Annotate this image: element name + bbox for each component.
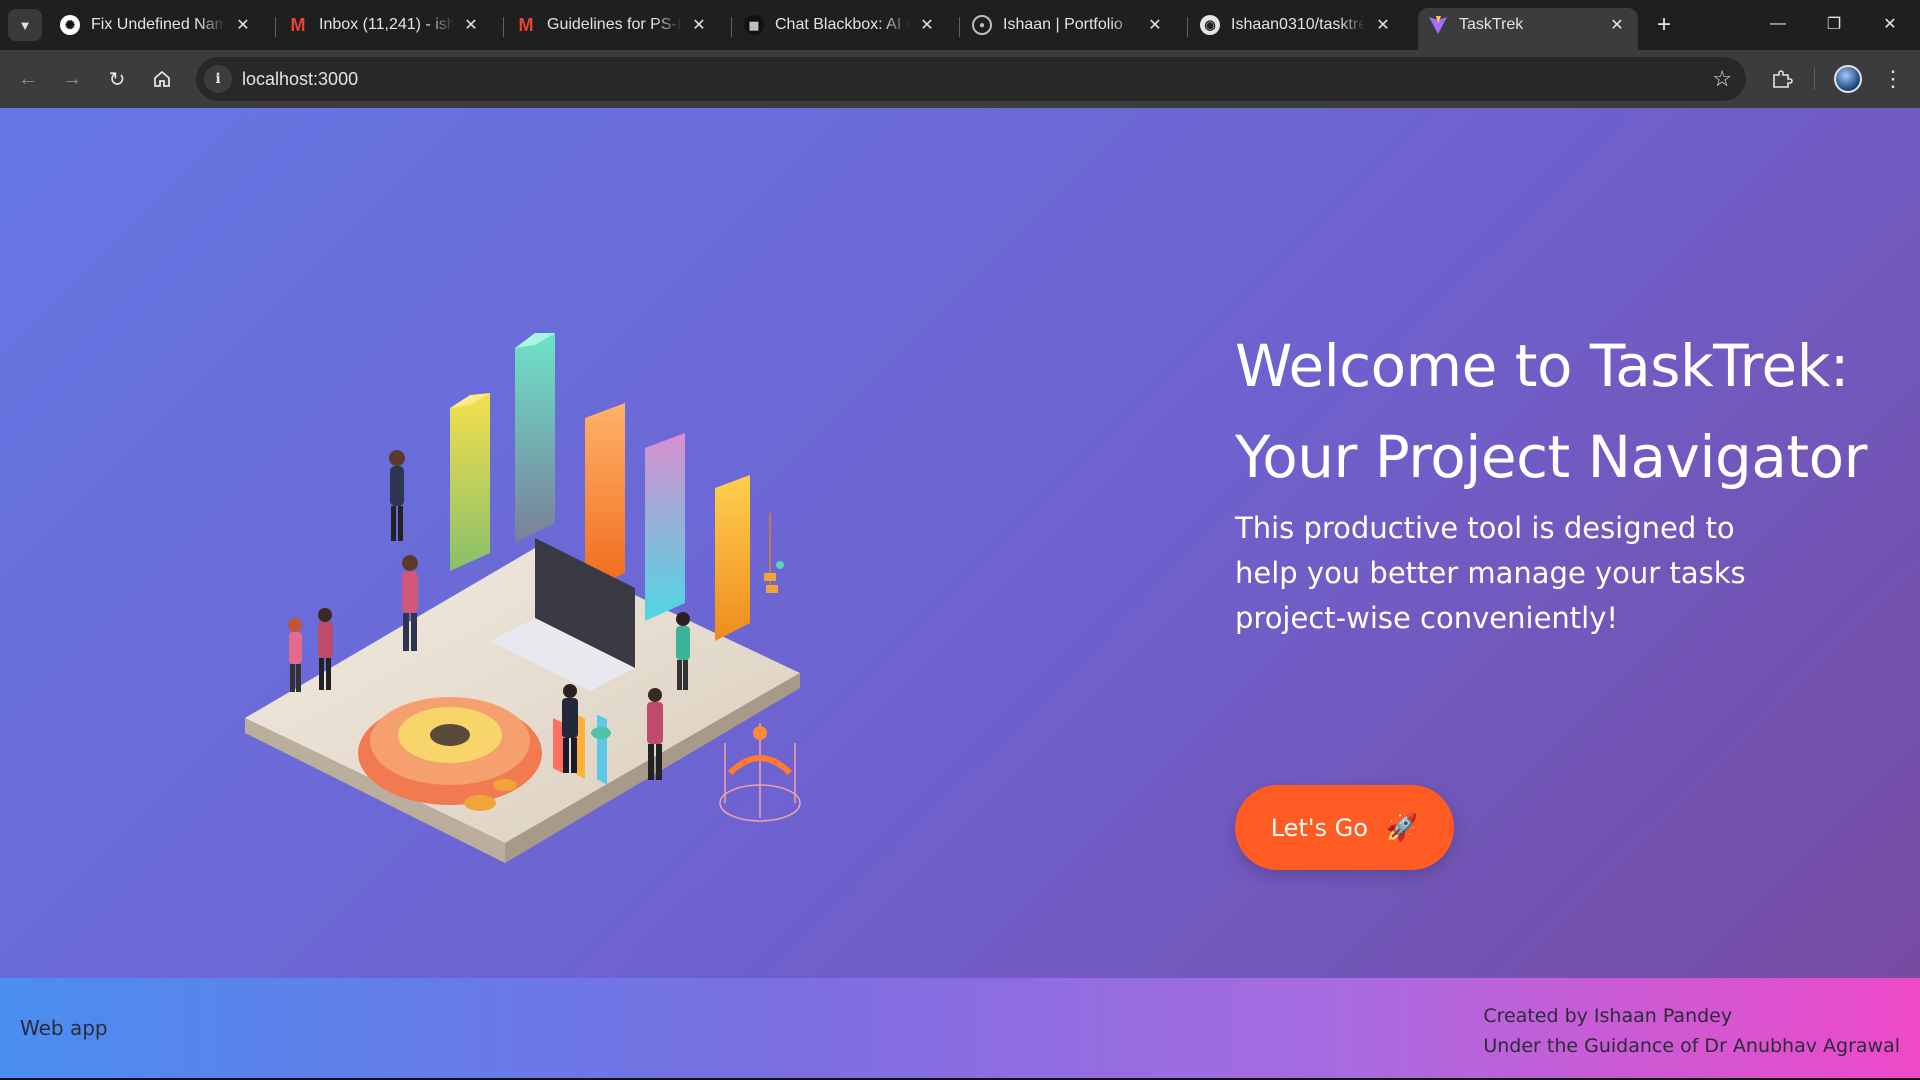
decorative-pin xyxy=(764,513,784,593)
reload-button[interactable]: ↻ xyxy=(99,61,135,97)
close-icon[interactable]: ✕ xyxy=(460,14,482,36)
footer-credit-guide: Under the Guidance of Dr Anubhav Agrawal xyxy=(1483,1035,1900,1057)
bar-column xyxy=(585,403,625,591)
hero-title: Welcome to TaskTrek: Your Project Naviga… xyxy=(1235,332,1867,491)
tab-title: Ishaan | Portfolio xyxy=(1003,16,1123,33)
chatgpt-icon: ✺ xyxy=(60,15,80,35)
tab-separator xyxy=(503,17,504,37)
tab-separator xyxy=(1187,17,1188,37)
browser-tab[interactable]: ▩ Chat Blackbox: AI Co ✕ xyxy=(734,8,948,42)
browser-tab-active[interactable]: TaskTrek ✕ xyxy=(1418,8,1638,50)
donut-hole xyxy=(430,724,470,746)
forward-button[interactable]: → xyxy=(54,61,90,97)
browser-toolbar: ← → ↻ i localhost:3000 ☆ ⋮ xyxy=(0,50,1920,108)
laptop-chart-bar xyxy=(597,714,607,785)
arrow-right-icon: → xyxy=(62,67,82,90)
new-tab-button[interactable]: + xyxy=(1650,11,1678,39)
tab-separator xyxy=(959,17,960,37)
rocket-icon: 🚀 xyxy=(1385,812,1419,843)
tab-strip: ▼ ✺ Fix Undefined Name ✕ M Inbox (11,241… xyxy=(0,0,1920,50)
home-button[interactable] xyxy=(144,61,180,97)
person-figure xyxy=(676,612,690,690)
tab-title: TaskTrek xyxy=(1459,16,1524,33)
kebab-menu-icon: ⋮ xyxy=(1882,66,1904,91)
coin xyxy=(591,727,611,739)
page-footer: Web app Created by Ishaan Pandey Under t… xyxy=(0,978,1920,1078)
wireframe-gauge xyxy=(719,723,801,822)
person-figure xyxy=(288,618,302,692)
tab-separator xyxy=(731,17,732,37)
browser-tab[interactable]: M Inbox (11,241) - ishaan ✕ xyxy=(278,8,492,42)
hero-subtitle: This productive tool is designed to help… xyxy=(1235,511,1746,635)
plus-icon: + xyxy=(1656,11,1671,38)
extensions-button[interactable] xyxy=(1766,63,1798,95)
close-icon[interactable]: ✕ xyxy=(688,14,710,36)
back-button[interactable]: ← xyxy=(10,61,46,97)
site-info-icon[interactable]: i xyxy=(204,65,232,93)
footer-credit-author: Created by Ishaan Pandey xyxy=(1483,1005,1733,1027)
arrow-left-icon: ← xyxy=(18,67,38,90)
address-bar[interactable]: i localhost:3000 ☆ xyxy=(196,57,1746,101)
bar-column xyxy=(645,433,685,621)
tab-title: Fix Undefined Name xyxy=(91,16,226,33)
gmail-icon: M xyxy=(290,14,306,35)
minimize-button[interactable]: — xyxy=(1750,8,1806,40)
close-window-button[interactable]: ✕ xyxy=(1862,8,1918,40)
hero-content: Welcome to TaskTrek: Your Project Naviga… xyxy=(1235,321,1875,641)
minimize-icon: — xyxy=(1770,15,1786,32)
bookmark-star-icon[interactable]: ☆ xyxy=(1712,66,1732,92)
browser-tab[interactable]: M Guidelines for PS-III e ✕ xyxy=(506,8,720,42)
lets-go-label: Let's Go xyxy=(1270,813,1368,842)
close-icon: ✕ xyxy=(1883,16,1897,33)
home-icon xyxy=(154,70,170,87)
restore-button[interactable]: ❐ xyxy=(1806,8,1862,40)
tab-separator xyxy=(275,17,276,37)
tab-search-button[interactable]: ▼ xyxy=(8,9,42,41)
browser-menu-button[interactable]: ⋮ xyxy=(1878,63,1908,95)
tab-title: Inbox (11,241) - ishaan xyxy=(319,16,454,33)
lets-go-button[interactable]: Let's Go 🚀 xyxy=(1235,785,1454,870)
address-url[interactable]: localhost:3000 xyxy=(242,69,358,90)
tab-title: Ishaan0310/tasktrek xyxy=(1231,16,1366,33)
person-figure xyxy=(389,450,405,541)
bar-column xyxy=(450,393,490,571)
bar-column xyxy=(715,475,750,641)
laptop-chart-bar xyxy=(553,718,563,773)
browser-tab[interactable]: ◉ Ishaan0310/tasktrek ✕ xyxy=(1190,8,1404,42)
github-icon: ◉ xyxy=(1200,15,1220,35)
footer-app-label: Web app xyxy=(20,1016,108,1040)
coin xyxy=(464,795,496,811)
isometric-dashboard-illustration xyxy=(245,333,801,863)
gmail-icon: M xyxy=(518,14,534,35)
close-icon[interactable]: ✕ xyxy=(1372,14,1394,36)
coin xyxy=(493,779,517,791)
reload-icon: ↻ xyxy=(108,68,126,91)
browser-tab[interactable]: ● Ishaan | Portfolio ✕ xyxy=(962,8,1176,42)
chevron-down-icon: ▼ xyxy=(18,17,32,33)
browser-tab[interactable]: ✺ Fix Undefined Name ✕ xyxy=(50,8,264,42)
toolbar-divider xyxy=(1814,68,1815,90)
close-icon[interactable]: ✕ xyxy=(1144,14,1166,36)
vite-icon xyxy=(1428,15,1448,35)
restore-icon: ❐ xyxy=(1826,16,1842,33)
landing-page: Welcome to TaskTrek: Your Project Naviga… xyxy=(0,108,1920,978)
close-icon[interactable]: ✕ xyxy=(1606,14,1628,36)
profile-avatar[interactable] xyxy=(1834,65,1862,93)
blackbox-icon: ▩ xyxy=(744,15,764,35)
tab-title: Chat Blackbox: AI Co xyxy=(775,16,910,33)
close-icon[interactable]: ✕ xyxy=(232,14,254,36)
puzzle-icon xyxy=(1773,70,1793,88)
close-icon[interactable]: ✕ xyxy=(916,14,938,36)
footer-credits: Created by Ishaan Pandey Under the Guida… xyxy=(1483,1001,1900,1061)
bar-column xyxy=(515,333,555,543)
globe-icon: ● xyxy=(972,15,992,35)
tab-title: Guidelines for PS-III e xyxy=(547,16,682,33)
